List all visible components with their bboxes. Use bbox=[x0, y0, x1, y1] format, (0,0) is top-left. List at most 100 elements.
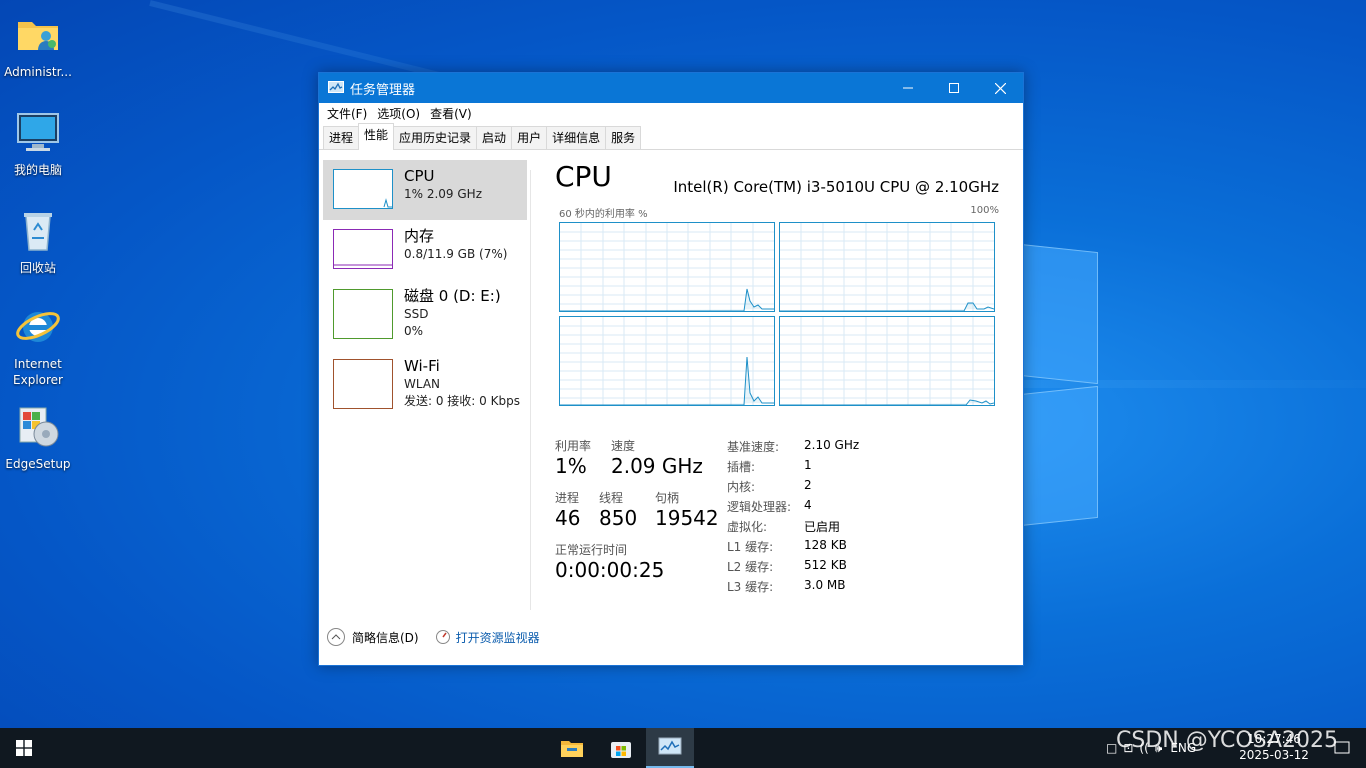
wifi-thumbnail-graph bbox=[333, 359, 393, 409]
cpu-core-graph-1 bbox=[779, 222, 995, 312]
tab-services[interactable]: 服务 bbox=[605, 126, 642, 149]
tab-startup[interactable]: 启动 bbox=[476, 126, 513, 149]
user-folder-icon bbox=[18, 22, 58, 50]
detail-heading: CPU bbox=[555, 160, 612, 193]
desktop-icon-label: EdgeSetup bbox=[5, 457, 71, 471]
resource-item-wifi[interactable]: Wi-Fi WLAN 发送: 0 接收: 0 Kbps bbox=[323, 350, 527, 420]
uptime-value: 0:00:00:25 bbox=[555, 558, 665, 582]
desktop-icon-internet-explorer[interactable]: Internet Explorer bbox=[0, 302, 76, 388]
resource-line1: 1% 2.09 GHz bbox=[404, 187, 483, 201]
detail-value: 512 KB bbox=[804, 558, 847, 572]
tab-details[interactable]: 详细信息 bbox=[546, 126, 607, 149]
handle-value: 19542 bbox=[655, 506, 719, 530]
resource-monitor-icon bbox=[435, 630, 450, 644]
tab-app-history[interactable]: 应用历史记录 bbox=[393, 126, 478, 149]
resource-item-memory[interactable]: 内存 0.8/11.9 GB (7%) bbox=[323, 220, 527, 280]
detail-key: 插槽: bbox=[727, 460, 756, 474]
folder-icon bbox=[561, 741, 583, 757]
taskbar-store[interactable] bbox=[597, 728, 645, 768]
resource-name: CPU bbox=[404, 167, 435, 185]
util-value: 1% bbox=[555, 454, 587, 478]
tab-users[interactable]: 用户 bbox=[511, 126, 548, 149]
installer-icon bbox=[19, 407, 59, 447]
graph-label-left: 60 秒内的利用率 % bbox=[559, 209, 648, 220]
memory-thumbnail-graph bbox=[333, 229, 393, 269]
resource-item-disk[interactable]: 磁盘 0 (D: E:) SSD 0% bbox=[323, 280, 527, 350]
performance-panel: CPU 1% 2.09 GHz 内存 0.8/11.9 GB (7%) 磁盘 0… bbox=[319, 150, 1023, 665]
panel-divider bbox=[530, 170, 531, 610]
resource-name: Wi-Fi bbox=[404, 357, 440, 375]
detail-value: 2.10 GHz bbox=[804, 438, 860, 452]
desktop-icon-my-computer[interactable]: 我的电脑 bbox=[0, 108, 76, 178]
desktop-icon-label: Administr... bbox=[4, 65, 72, 79]
resource-name: 内存 bbox=[404, 227, 435, 245]
thread-label: 线程 bbox=[599, 491, 624, 505]
cpu-core-graph-3 bbox=[779, 316, 995, 406]
resource-line2: 0% bbox=[404, 324, 424, 338]
desktop-icon-label: 我的电脑 bbox=[13, 163, 62, 177]
open-resource-monitor-link[interactable]: 打开资源监视器 bbox=[456, 629, 540, 646]
start-button[interactable] bbox=[0, 728, 48, 768]
cpu-model: Intel(R) Core(TM) i3-5010U CPU @ 2.10GHz bbox=[673, 178, 999, 196]
detail-value: 已启用 bbox=[804, 520, 841, 534]
util-label: 利用率 bbox=[555, 439, 592, 453]
recycle-bin-icon bbox=[24, 213, 52, 251]
cpu-core-graphs bbox=[559, 222, 997, 408]
detail-value: 3.0 MB bbox=[804, 578, 846, 592]
tab-processes[interactable]: 进程 bbox=[323, 126, 360, 149]
thread-value: 850 bbox=[599, 506, 638, 530]
close-icon bbox=[994, 82, 1006, 94]
wallpaper-windows-logo bbox=[1020, 243, 1100, 538]
cpu-thumbnail-graph bbox=[333, 169, 393, 209]
resource-line1: SSD bbox=[404, 307, 429, 321]
detail-key: 内核: bbox=[727, 480, 756, 494]
window-title: 任务管理器 bbox=[350, 82, 416, 98]
taskbar-task-manager[interactable] bbox=[646, 728, 694, 768]
resource-name: 磁盘 0 (D: E:) bbox=[404, 287, 501, 305]
process-label: 进程 bbox=[555, 491, 580, 505]
minimize-icon bbox=[903, 87, 913, 89]
store-icon bbox=[611, 742, 631, 758]
resource-line2: 发送: 0 接收: 0 Kbps bbox=[404, 394, 520, 408]
taskbar-file-explorer[interactable] bbox=[548, 728, 596, 768]
cpu-core-graph-2 bbox=[559, 316, 775, 406]
handle-label: 句柄 bbox=[655, 491, 680, 505]
disk-thumbnail-graph bbox=[333, 289, 393, 339]
close-button[interactable] bbox=[977, 73, 1023, 103]
minimize-button[interactable] bbox=[885, 73, 931, 103]
detail-key: 虚拟化: bbox=[727, 520, 768, 534]
detail-value: 128 KB bbox=[804, 538, 847, 552]
menu-file[interactable]: 文件(F) bbox=[323, 105, 373, 122]
cpu-core-graph-0 bbox=[559, 222, 775, 312]
graph-label-right: 100% bbox=[970, 205, 999, 216]
detail-key: L2 缓存: bbox=[727, 560, 774, 574]
speed-label: 速度 bbox=[611, 439, 636, 453]
detail-key: 逻辑处理器: bbox=[727, 500, 792, 514]
chevron-up-icon[interactable] bbox=[327, 628, 345, 646]
footer-bar: 简略信息(D) 打开资源监视器 bbox=[327, 628, 540, 646]
resource-line1: WLAN bbox=[404, 377, 441, 391]
resource-item-cpu[interactable]: CPU 1% 2.09 GHz bbox=[323, 160, 527, 220]
title-bar[interactable]: 任务管理器 bbox=[319, 73, 1023, 103]
detail-value: 4 bbox=[804, 498, 812, 512]
uptime-label: 正常运行时间 bbox=[555, 543, 628, 557]
detail-key: 基准速度: bbox=[727, 440, 780, 454]
desktop-icon-label: Internet Explorer bbox=[13, 357, 63, 387]
task-manager-icon bbox=[328, 81, 344, 93]
menu-view[interactable]: 查看(V) bbox=[426, 105, 478, 122]
task-manager-window: 任务管理器 文件(F) 选项(O) 查看(V) 进程 性能 应用历史记录 启动 … bbox=[318, 72, 1024, 666]
tab-strip: 进程 性能 应用历史记录 启动 用户 详细信息 服务 bbox=[319, 123, 1023, 150]
desktop-icon-label: 回收站 bbox=[19, 261, 56, 275]
maximize-button[interactable] bbox=[931, 73, 977, 103]
desktop-icon-edgesetup[interactable]: EdgeSetup bbox=[0, 402, 76, 472]
tab-performance[interactable]: 性能 bbox=[358, 123, 395, 150]
menu-bar: 文件(F) 选项(O) 查看(V) bbox=[319, 103, 1023, 123]
desktop-icon-recycle-bin[interactable]: 回收站 bbox=[0, 206, 76, 276]
menu-options[interactable]: 选项(O) bbox=[373, 105, 426, 122]
speed-value: 2.09 GHz bbox=[611, 454, 703, 478]
resource-list: CPU 1% 2.09 GHz 内存 0.8/11.9 GB (7%) 磁盘 0… bbox=[323, 160, 527, 420]
windows-start-icon bbox=[16, 740, 32, 756]
detail-key: L1 缓存: bbox=[727, 540, 774, 554]
fewer-details-button[interactable]: 简略信息(D) bbox=[352, 629, 419, 646]
desktop-icon-administrator[interactable]: Administr... bbox=[0, 10, 76, 80]
